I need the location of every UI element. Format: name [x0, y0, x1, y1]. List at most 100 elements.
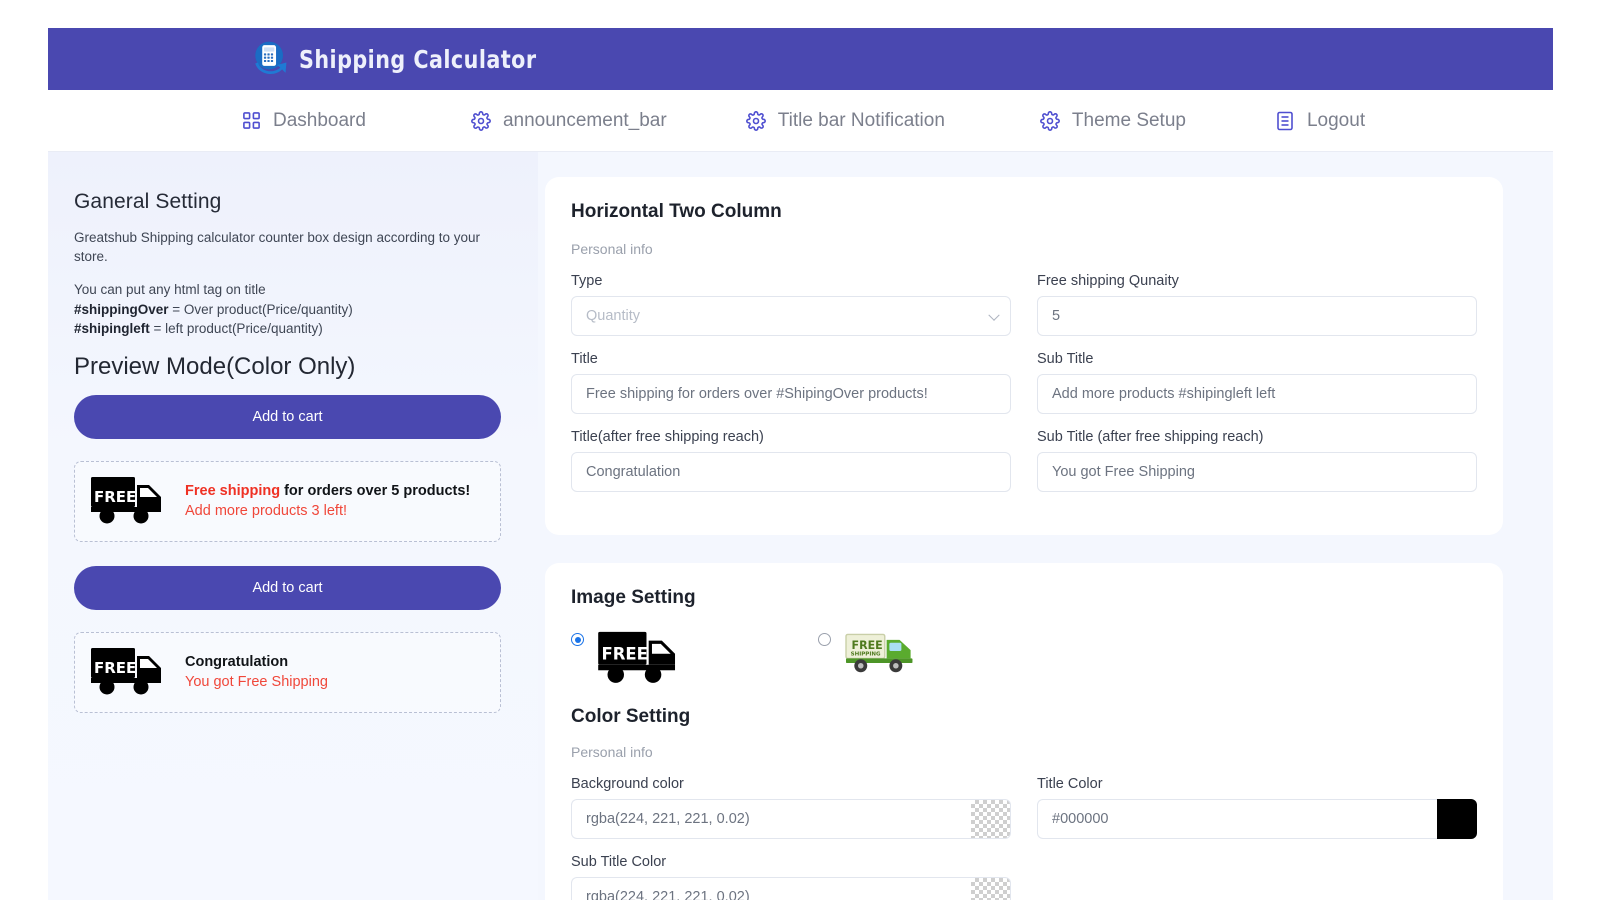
color-setting-title: Color Setting: [571, 706, 691, 727]
preview-notice-text-2: Congratulation You got Free Shipping: [185, 652, 328, 692]
horizontal-two-column-card: Horizontal Two Column Personal info Type…: [545, 177, 1503, 535]
preview-notice-subtitle-2: You got Free Shipping: [185, 674, 328, 690]
field-free-shipping-quantity: Free shipping Qunaity: [1037, 273, 1477, 336]
card-title: Horizontal Two Column: [571, 201, 782, 222]
nav-item-label: announcement_bar: [502, 109, 667, 131]
nav-item-announcement-bar[interactable]: announcement_bar: [470, 110, 667, 132]
field-type: Type Quantity: [571, 273, 1011, 336]
free-shipping-truck-icon: FREE: [89, 473, 171, 530]
svg-text:FREE: FREE: [94, 659, 136, 677]
title-color-swatch[interactable]: [1437, 799, 1477, 839]
field-title: Title: [571, 351, 1011, 414]
brand-title: Shipping Calculator: [299, 44, 537, 74]
tag-help-line: You can put any html tag on title: [74, 282, 266, 297]
sub-title-color-input[interactable]: [571, 877, 971, 900]
fields-row-2: Title Sub Title: [571, 351, 1477, 429]
nav-item-dashboard[interactable]: Dashboard: [240, 110, 366, 132]
svg-text:FREE: FREE: [94, 488, 136, 506]
field-sub-title-color-label: Sub Title Color: [571, 854, 667, 870]
field-qty-label: Free shipping Qunaity: [1037, 273, 1179, 289]
nav-item-label: Dashboard: [273, 109, 366, 131]
card-subtitle: Personal info: [571, 241, 653, 257]
preview-notice-title-rest-1: for orders over 5 products!: [280, 483, 471, 499]
preview-notice-title-1: Free shipping for orders over 5 products…: [185, 483, 470, 499]
title-input[interactable]: [571, 374, 1011, 414]
fields-row-1: Type Quantity Free shipping Qunaity: [571, 273, 1477, 351]
grid-icon: [240, 110, 262, 132]
field-title-color: Title Color: [1037, 776, 1477, 839]
background-color-swatch[interactable]: [971, 799, 1011, 839]
tag-left-value: = left product(Price/quantity): [149, 321, 323, 336]
settings-sidebar: Ganeral Setting Greatshub Shipping calcu…: [48, 152, 538, 900]
field-type-label: Type: [571, 273, 603, 289]
green-free-shipping-truck-icon: FREE SHIPPING: [843, 627, 921, 680]
nav-item-label: Title bar Notification: [777, 109, 945, 131]
image-and-color-card: Image Setting FREE FREE SHIPPING Color S…: [545, 563, 1503, 900]
add-to-cart-button-2[interactable]: Add to cart: [74, 565, 501, 610]
field-title-label: Title: [571, 351, 598, 367]
gear-icon: [470, 110, 492, 132]
nav-items: Dashboard announcement_bar Title bar Not…: [240, 110, 1365, 132]
svg-text:SHIPPING: SHIPPING: [851, 652, 881, 658]
field-sub-title-after-reach: Sub Title (after free shipping reach): [1037, 429, 1477, 492]
tag-left-key: #shipingleft: [74, 321, 150, 336]
field-sub-title-after-label: Sub Title (after free shipping reach): [1037, 429, 1264, 445]
title-after-reach-input[interactable]: [571, 452, 1011, 492]
radio-green-truck[interactable]: [818, 633, 831, 646]
preview-mode-heading: Preview Mode(Color Only): [74, 352, 356, 380]
preview-notice-title-bold-1: Free shipping: [185, 483, 281, 499]
image-option-black-truck[interactable]: FREE: [571, 627, 686, 690]
sidebar-description: Greatshub Shipping calculator counter bo…: [74, 230, 480, 264]
color-fields-row-1: Background color Title Color: [571, 776, 1477, 854]
main-navigation: Dashboard announcement_bar Title bar Not…: [48, 90, 1553, 152]
settings-content: Horizontal Two Column Personal info Type…: [538, 152, 1553, 900]
free-shipping-quantity-input[interactable]: [1037, 296, 1477, 336]
preview-notice-subtitle-1: Add more products 3 left!: [185, 503, 347, 519]
field-background-color-label: Background color: [571, 776, 684, 792]
image-setting-title: Image Setting: [571, 587, 696, 608]
field-background-color: Background color: [571, 776, 1011, 839]
sidebar-tag-help: You can put any html tag on title #shipp…: [74, 280, 505, 339]
nav-item-label: Logout: [1306, 109, 1366, 131]
field-title-color-label: Title Color: [1037, 776, 1103, 792]
field-sub-title-color: Sub Title Color: [571, 854, 1011, 900]
title-color-input[interactable]: [1037, 799, 1437, 839]
preview-notice-title-text-2: Congratulation: [185, 654, 289, 670]
field-title-after-reach: Title(after free shipping reach): [571, 429, 1011, 492]
black-free-truck-icon: FREE: [596, 627, 686, 690]
brand-header: Shipping Calculator: [48, 28, 1553, 90]
tag-over-value: = Over product(Price/quantity): [168, 301, 353, 317]
field-sub-title: Sub Title: [1037, 351, 1477, 414]
radio-black-truck[interactable]: [571, 633, 584, 646]
nav-item-theme-setup[interactable]: Theme Setup: [1039, 110, 1186, 132]
preview-notice-title-2: Congratulation: [185, 654, 288, 670]
background-color-input[interactable]: [571, 799, 971, 839]
sub-title-after-reach-input[interactable]: [1037, 452, 1477, 492]
sub-title-color-swatch[interactable]: [971, 877, 1011, 900]
field-title-after-label: Title(after free shipping reach): [571, 429, 764, 445]
free-shipping-truck-icon: FREE: [89, 644, 171, 701]
preview-notice-text-1: Free shipping for orders over 5 products…: [185, 481, 470, 521]
field-sub-title-label: Sub Title: [1037, 351, 1094, 367]
nav-item-logout[interactable]: Logout: [1274, 110, 1365, 132]
add-to-cart-button-1[interactable]: Add to cart: [74, 394, 501, 439]
color-fields-row-2: Sub Title Color: [571, 854, 1477, 900]
svg-text:FREE: FREE: [852, 639, 883, 652]
image-option-green-truck[interactable]: FREE SHIPPING: [818, 627, 921, 680]
document-icon: [1274, 110, 1296, 132]
body-area: Ganeral Setting Greatshub Shipping calcu…: [48, 152, 1553, 900]
calculator-arrow-logo-icon: [251, 39, 289, 79]
fields-row-3: Title(after free shipping reach) Sub Tit…: [571, 429, 1477, 507]
preview-notice-box-2: FREE Congratulation You got Free Shippin…: [74, 631, 501, 713]
tag-over-key: #shippingOver: [74, 301, 169, 317]
page-title: Ganeral Setting: [74, 190, 222, 213]
svg-text:FREE: FREE: [601, 644, 647, 663]
sub-title-input[interactable]: [1037, 374, 1477, 414]
gear-icon: [745, 110, 767, 132]
preview-notice-box-1: FREE Free shipping for orders over 5 pro…: [74, 460, 501, 542]
gear-icon: [1039, 110, 1061, 132]
type-select[interactable]: Quantity: [571, 296, 1011, 336]
brand-logo-group: Shipping Calculator: [251, 39, 557, 79]
nav-item-title-bar-notification[interactable]: Title bar Notification: [745, 110, 945, 132]
app-root: Shipping Calculator Dashboard announceme…: [0, 0, 1600, 900]
